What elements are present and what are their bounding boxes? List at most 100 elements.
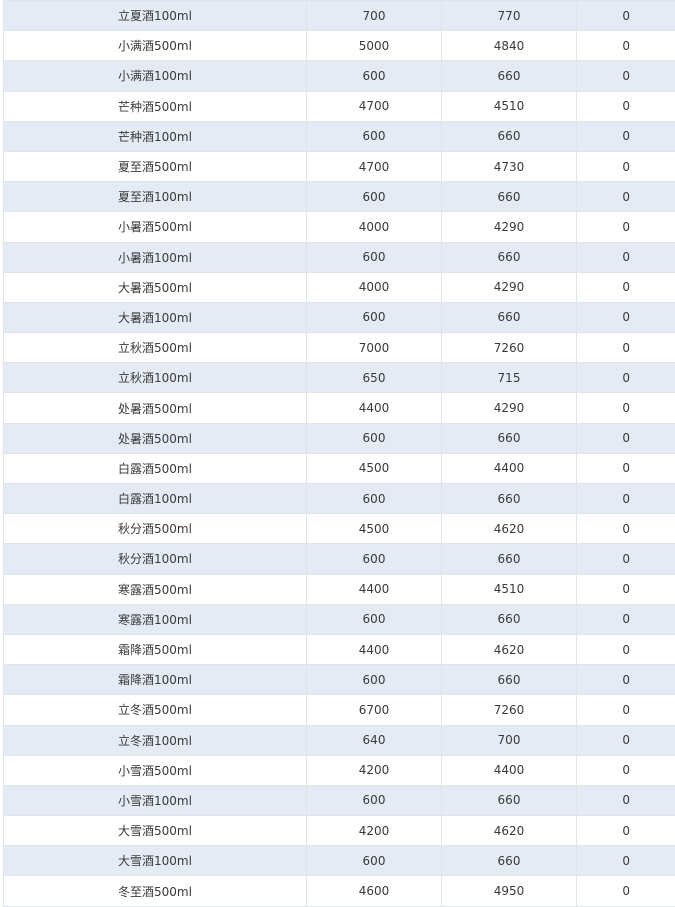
product-name-cell: 大暑酒500ml xyxy=(4,272,307,302)
table-row: 秋分酒100ml6006600 xyxy=(4,544,675,574)
table-row: 秋分酒500ml450046200 xyxy=(4,514,675,544)
table-row: 立秋酒500ml700072600 xyxy=(4,333,675,363)
product-name-cell: 寒露酒500ml xyxy=(4,574,307,604)
value-a-cell: 640 xyxy=(307,725,442,755)
product-name-cell: 立冬酒100ml xyxy=(4,725,307,755)
table-row: 大暑酒100ml6006600 xyxy=(4,302,675,332)
product-name-cell: 小暑酒500ml xyxy=(4,212,307,242)
value-c-cell: 0 xyxy=(577,544,675,574)
value-a-cell: 600 xyxy=(307,423,442,453)
value-c-cell: 0 xyxy=(577,785,675,815)
value-a-cell: 4000 xyxy=(307,212,442,242)
product-name-cell: 大暑酒100ml xyxy=(4,302,307,332)
product-table-container: 立夏酒100ml7007700小满酒500ml500048400小满酒100ml… xyxy=(3,0,675,907)
value-b-cell: 7260 xyxy=(442,333,577,363)
value-b-cell: 715 xyxy=(442,363,577,393)
value-c-cell: 0 xyxy=(577,121,675,151)
product-table: 立夏酒100ml7007700小满酒500ml500048400小满酒100ml… xyxy=(3,0,675,907)
value-c-cell: 0 xyxy=(577,151,675,181)
value-c-cell: 0 xyxy=(577,876,675,906)
value-c-cell: 0 xyxy=(577,484,675,514)
value-c-cell: 0 xyxy=(577,272,675,302)
table-row: 立夏酒100ml7007700 xyxy=(4,1,675,31)
table-row: 霜降酒100ml6006600 xyxy=(4,665,675,695)
value-c-cell: 0 xyxy=(577,1,675,31)
table-row: 立冬酒500ml670072600 xyxy=(4,695,675,725)
product-name-cell: 小暑酒100ml xyxy=(4,242,307,272)
table-row: 白露酒100ml6006600 xyxy=(4,484,675,514)
value-b-cell: 4510 xyxy=(442,91,577,121)
product-name-cell: 立秋酒500ml xyxy=(4,333,307,363)
value-a-cell: 600 xyxy=(307,785,442,815)
table-row: 大暑酒500ml400042900 xyxy=(4,272,675,302)
product-name-cell: 白露酒100ml xyxy=(4,484,307,514)
value-c-cell: 0 xyxy=(577,634,675,664)
value-a-cell: 700 xyxy=(307,1,442,31)
table-row: 处暑酒500ml6006600 xyxy=(4,423,675,453)
table-row: 寒露酒500ml440045100 xyxy=(4,574,675,604)
product-name-cell: 夏至酒100ml xyxy=(4,182,307,212)
product-name-cell: 霜降酒100ml xyxy=(4,665,307,695)
product-name-cell: 霜降酒500ml xyxy=(4,634,307,664)
value-a-cell: 4200 xyxy=(307,816,442,846)
product-name-cell: 处暑酒500ml xyxy=(4,393,307,423)
product-name-cell: 芒种酒100ml xyxy=(4,121,307,151)
table-row: 芒种酒100ml6006600 xyxy=(4,121,675,151)
table-row: 冬至酒500ml460049500 xyxy=(4,876,675,906)
value-a-cell: 600 xyxy=(307,302,442,332)
value-a-cell: 600 xyxy=(307,242,442,272)
value-b-cell: 660 xyxy=(442,846,577,876)
product-name-cell: 立夏酒100ml xyxy=(4,1,307,31)
value-a-cell: 4500 xyxy=(307,453,442,483)
value-a-cell: 650 xyxy=(307,363,442,393)
value-c-cell: 0 xyxy=(577,242,675,272)
value-a-cell: 5000 xyxy=(307,31,442,61)
value-a-cell: 4600 xyxy=(307,876,442,906)
value-c-cell: 0 xyxy=(577,846,675,876)
table-row: 立冬酒100ml6407000 xyxy=(4,725,675,755)
product-name-cell: 夏至酒500ml xyxy=(4,151,307,181)
value-a-cell: 600 xyxy=(307,544,442,574)
table-row: 大雪酒500ml420046200 xyxy=(4,816,675,846)
value-c-cell: 0 xyxy=(577,574,675,604)
table-body: 立夏酒100ml7007700小满酒500ml500048400小满酒100ml… xyxy=(4,1,675,907)
value-a-cell: 4700 xyxy=(307,151,442,181)
product-name-cell: 大雪酒100ml xyxy=(4,846,307,876)
table-row: 夏至酒500ml470047300 xyxy=(4,151,675,181)
value-a-cell: 600 xyxy=(307,61,442,91)
product-name-cell: 小满酒100ml xyxy=(4,61,307,91)
value-b-cell: 660 xyxy=(442,61,577,91)
value-a-cell: 4500 xyxy=(307,514,442,544)
value-c-cell: 0 xyxy=(577,31,675,61)
value-b-cell: 4510 xyxy=(442,574,577,604)
value-a-cell: 4400 xyxy=(307,634,442,664)
value-b-cell: 4840 xyxy=(442,31,577,61)
value-a-cell: 600 xyxy=(307,484,442,514)
product-name-cell: 冬至酒500ml xyxy=(4,876,307,906)
value-c-cell: 0 xyxy=(577,755,675,785)
value-c-cell: 0 xyxy=(577,453,675,483)
value-c-cell: 0 xyxy=(577,333,675,363)
product-name-cell: 处暑酒500ml xyxy=(4,423,307,453)
value-c-cell: 0 xyxy=(577,212,675,242)
value-b-cell: 4620 xyxy=(442,514,577,544)
value-b-cell: 4290 xyxy=(442,272,577,302)
table-row: 小雪酒500ml420044000 xyxy=(4,755,675,785)
value-c-cell: 0 xyxy=(577,514,675,544)
value-b-cell: 4620 xyxy=(442,816,577,846)
value-b-cell: 4950 xyxy=(442,876,577,906)
value-b-cell: 770 xyxy=(442,1,577,31)
value-a-cell: 600 xyxy=(307,182,442,212)
value-b-cell: 660 xyxy=(442,302,577,332)
value-b-cell: 4400 xyxy=(442,755,577,785)
table-row: 霜降酒500ml440046200 xyxy=(4,634,675,664)
product-name-cell: 秋分酒100ml xyxy=(4,544,307,574)
table-row: 立秋酒100ml6507150 xyxy=(4,363,675,393)
product-name-cell: 小雪酒500ml xyxy=(4,755,307,785)
value-a-cell: 600 xyxy=(307,665,442,695)
value-a-cell: 4700 xyxy=(307,91,442,121)
value-c-cell: 0 xyxy=(577,182,675,212)
value-c-cell: 0 xyxy=(577,604,675,634)
table-row: 小暑酒500ml400042900 xyxy=(4,212,675,242)
value-b-cell: 660 xyxy=(442,604,577,634)
